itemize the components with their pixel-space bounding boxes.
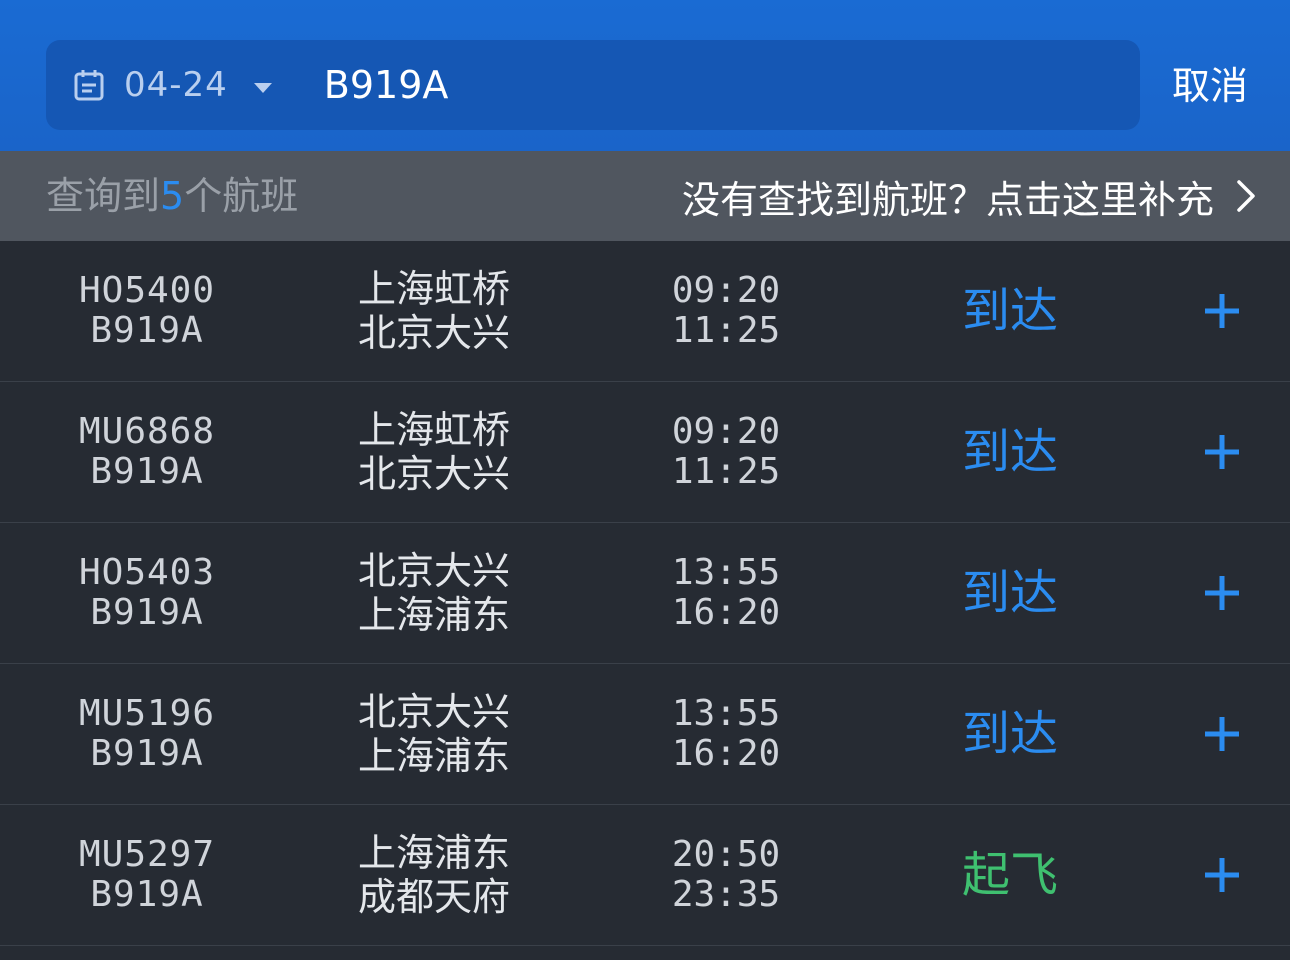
route-info: 北京大兴 上海浦东 [358, 549, 510, 637]
aircraft-reg: B919A [90, 874, 204, 915]
time-info: 13:55 16:20 [664, 553, 788, 633]
departure-time: 09:20 [671, 411, 781, 452]
flight-status: 到达 [962, 424, 1059, 480]
departure-time: 20:50 [671, 834, 781, 875]
caret-down-icon [253, 79, 272, 93]
route-info: 上海浦东 成都天府 [358, 831, 510, 919]
add-flight-button[interactable] [1200, 712, 1244, 756]
report-missing-flight-link[interactable]: 没有查找到航班？点击这里补充 [682, 151, 1256, 241]
results-suffix: 个航班 [184, 174, 299, 218]
flight-number: MU6868 [78, 411, 216, 452]
search-input[interactable] [323, 55, 1024, 115]
aircraft-reg: B919A [90, 310, 204, 351]
flight-info: MU5196 B919A [72, 694, 222, 774]
origin-airport: 北京大兴 [358, 549, 511, 593]
flight-number: HO5400 [78, 270, 216, 311]
time-info: 09:20 11:25 [664, 412, 788, 492]
results-prefix: 查询到 [46, 174, 161, 218]
arrival-time: 23:35 [671, 874, 781, 915]
flight-status: 到达 [962, 283, 1059, 339]
results-count: 5 [160, 174, 185, 218]
flight-info: MU5297 B919A [72, 835, 222, 915]
time-info: 09:20 11:25 [664, 271, 788, 351]
destination-airport: 上海浦东 [358, 734, 511, 778]
departure-time: 13:55 [671, 552, 781, 593]
results-summary-bar: 查询到5个航班 没有查找到航班？点击这里补充 [0, 151, 1290, 241]
destination-airport: 北京大兴 [358, 311, 511, 355]
search-box: 04-24 [46, 40, 1140, 130]
date-value: 04-24 [124, 65, 228, 105]
flight-row[interactable]: MU5297 B919A 上海浦东 成都天府 20:50 23:35 起飞 [0, 805, 1290, 946]
destination-airport: 北京大兴 [358, 452, 511, 496]
arrival-time: 11:25 [671, 310, 781, 351]
route-info: 北京大兴 上海浦东 [358, 690, 510, 778]
plus-icon [1205, 858, 1239, 892]
time-info: 13:55 16:20 [664, 694, 788, 774]
plus-icon [1205, 576, 1239, 610]
flight-info: HO5403 B919A [72, 553, 222, 633]
destination-airport: 成都天府 [358, 875, 511, 919]
time-info: 20:50 23:35 [664, 835, 788, 915]
origin-airport: 北京大兴 [358, 690, 511, 734]
departure-time: 09:20 [671, 270, 781, 311]
cancel-button[interactable]: 取消 [1172, 56, 1248, 116]
flight-row[interactable]: HO5400 B919A 上海虹桥 北京大兴 09:20 11:25 到达 [0, 241, 1290, 382]
flight-status: 起飞 [962, 847, 1059, 903]
add-flight-button[interactable] [1200, 430, 1244, 474]
flight-row[interactable]: HO5403 B919A 北京大兴 上海浦东 13:55 16:20 到达 [0, 523, 1290, 664]
route-info: 上海虹桥 北京大兴 [358, 408, 510, 496]
results-count-text: 查询到5个航班 [46, 151, 298, 241]
aircraft-reg: B919A [90, 733, 204, 774]
calendar-icon [74, 69, 104, 101]
flight-info: MU6868 B919A [72, 412, 222, 492]
add-flight-button[interactable] [1200, 853, 1244, 897]
route-info: 上海虹桥 北京大兴 [358, 267, 510, 355]
flight-list: HO5400 B919A 上海虹桥 北京大兴 09:20 11:25 到达 MU… [0, 241, 1290, 946]
origin-airport: 上海虹桥 [358, 408, 511, 452]
add-flight-button[interactable] [1200, 571, 1244, 615]
aircraft-reg: B919A [90, 451, 204, 492]
flight-number: MU5297 [78, 834, 216, 875]
flight-status: 到达 [962, 706, 1059, 762]
aircraft-reg: B919A [90, 592, 204, 633]
departure-time: 13:55 [671, 693, 781, 734]
flight-number: MU5196 [78, 693, 216, 734]
flight-status: 到达 [962, 565, 1059, 621]
origin-airport: 上海虹桥 [358, 267, 511, 311]
flight-number: HO5403 [78, 552, 216, 593]
arrival-time: 16:20 [671, 733, 781, 774]
flight-row[interactable]: MU6868 B919A 上海虹桥 北京大兴 09:20 11:25 到达 [0, 382, 1290, 523]
add-flight-button[interactable] [1200, 289, 1244, 333]
flight-row[interactable]: MU5196 B919A 北京大兴 上海浦东 13:55 16:20 到达 [0, 664, 1290, 805]
destination-airport: 上海浦东 [358, 593, 511, 637]
plus-icon [1205, 435, 1239, 469]
plus-icon [1205, 717, 1239, 751]
arrival-time: 11:25 [671, 451, 781, 492]
flight-info: HO5400 B919A [72, 271, 222, 351]
report-missing-flight-label: 没有查找到航班？点击这里补充 [681, 177, 1214, 222]
chevron-right-icon [1236, 179, 1256, 213]
arrival-time: 16:20 [671, 592, 781, 633]
header-bar: 04-24 取消 [0, 0, 1290, 151]
origin-airport: 上海浦东 [358, 831, 511, 875]
date-picker[interactable]: 04-24 [74, 55, 272, 115]
plus-icon [1205, 294, 1239, 328]
